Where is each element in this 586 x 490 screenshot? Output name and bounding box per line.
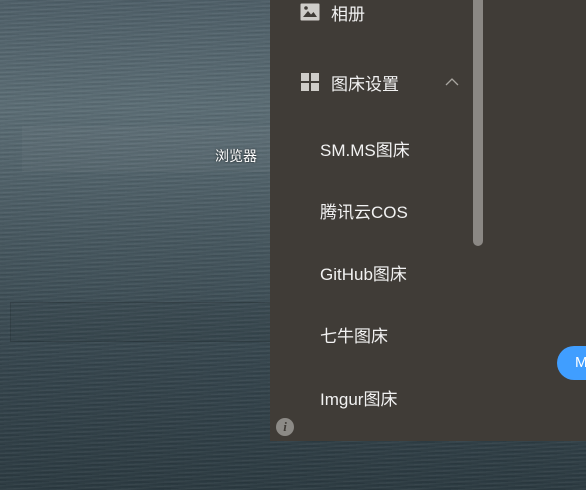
chevron-up-icon (445, 74, 459, 88)
sidebar-item-picbed-settings-label: 图床设置 (331, 74, 399, 94)
sidebar-subitem-label: SM.MS图床 (320, 140, 410, 160)
sidebar-subitem-label: 腾讯云COS (320, 202, 408, 222)
scrollbar-thumb[interactable] (473, 0, 483, 246)
floating-pill-button[interactable]: M (557, 346, 586, 380)
sidebar-subitem-qiniu[interactable]: 七牛图床 (270, 314, 473, 354)
grid-icon (300, 72, 320, 92)
sidebar-subitem-smms[interactable]: SM.MS图床 (270, 128, 473, 168)
sidebar-subitem-label: 七牛图床 (320, 326, 388, 346)
sidebar-item-picbed-settings[interactable]: 图床设置 (270, 62, 473, 102)
sidebar-item-album-label: 相册 (331, 4, 365, 24)
image-icon (300, 2, 320, 22)
sidebar-item-album[interactable]: 相册 (270, 0, 473, 32)
sidebar-subitem-label: GitHub图床 (320, 264, 407, 284)
browser-label: 浏览器 (215, 148, 257, 164)
info-icon[interactable]: i (276, 418, 294, 436)
sidebar-subitem-imgur[interactable]: Imgur图床 (270, 377, 473, 417)
sidebar-subitem-tencent-cos[interactable]: 腾讯云COS (270, 190, 473, 230)
sidebar-subitem-label: Imgur图床 (320, 389, 398, 409)
sidebar-subitem-github[interactable]: GitHub图床 (270, 252, 473, 292)
sidebar-scrollbar[interactable] (473, 0, 483, 246)
background-window-ghost-2 (10, 302, 272, 342)
